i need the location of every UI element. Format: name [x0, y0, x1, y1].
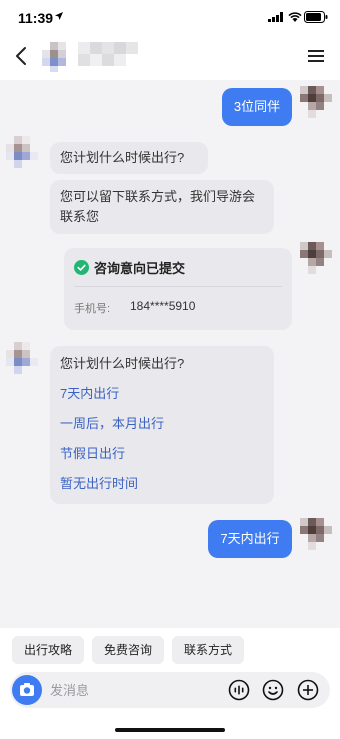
- user-avatar[interactable]: [300, 518, 332, 558]
- contact-name: [78, 42, 138, 66]
- quick-reply-label: 联系方式: [183, 643, 232, 657]
- message-outgoing[interactable]: 7天内出行: [208, 520, 292, 558]
- card-title: 咨询意向已提交: [94, 261, 186, 276]
- option-no-time[interactable]: 暂无出行时间: [60, 474, 264, 494]
- chat-header: [0, 34, 340, 80]
- back-chevron-icon[interactable]: [10, 44, 34, 68]
- status-time: 11:39: [18, 10, 54, 26]
- message-text: 您计划什么时候出行?: [60, 356, 185, 371]
- home-indicator: [115, 728, 225, 732]
- agent-avatar[interactable]: [6, 342, 38, 382]
- agent-avatar[interactable]: [6, 136, 38, 176]
- voice-icon[interactable]: [228, 679, 250, 701]
- message-text: 您可以留下联系方式，我们导游会联系您: [60, 189, 256, 224]
- quick-reply-contact[interactable]: 联系方式: [172, 636, 244, 664]
- phone-value: 184****5910: [130, 299, 196, 313]
- add-icon[interactable]: [297, 679, 319, 701]
- message-incoming-options[interactable]: 您计划什么时候出行? 7天内出行 一周后，本月出行 节假日出行 暂无出行时间: [50, 346, 274, 504]
- message-text: 您计划什么时候出行?: [60, 150, 185, 165]
- camera-button[interactable]: [12, 675, 42, 705]
- battery-icon: [304, 11, 328, 23]
- location-arrow-icon: [55, 12, 63, 20]
- emoji-icon[interactable]: [262, 679, 284, 701]
- message-outgoing[interactable]: 3位同伴: [222, 88, 292, 126]
- card-divider: [74, 286, 282, 287]
- message-incoming[interactable]: 您可以留下联系方式，我们导游会联系您: [50, 180, 274, 234]
- chat-area[interactable]: 3位同伴 您计划什么时候出行? 您可以留下联系方式，我们导游会联系您 咨询意向已…: [0, 80, 340, 628]
- check-circle-icon: [74, 260, 89, 275]
- phone-label: 手机号:: [74, 303, 111, 315]
- option-holiday[interactable]: 节假日出行: [60, 444, 264, 464]
- message-text: 7天内出行: [220, 531, 280, 546]
- message-input-bar: [10, 672, 330, 708]
- option-7-days[interactable]: 7天内出行: [60, 384, 264, 404]
- user-avatar[interactable]: [300, 242, 332, 282]
- camera-icon: [20, 683, 34, 696]
- message-incoming[interactable]: 您计划什么时候出行?: [50, 142, 208, 174]
- user-avatar[interactable]: [300, 86, 332, 126]
- cellular-signal-icon: [268, 12, 283, 22]
- menu-icon[interactable]: [304, 44, 328, 68]
- quick-reply-free-consult[interactable]: 免费咨询: [92, 636, 164, 664]
- option-this-month[interactable]: 一周后，本月出行: [60, 414, 264, 434]
- quick-reply-label: 免费咨询: [103, 643, 152, 657]
- contact-avatar[interactable]: [42, 42, 74, 72]
- quick-reply-travel-guide[interactable]: 出行攻略: [12, 636, 84, 664]
- message-text: 3位同伴: [233, 99, 281, 114]
- quick-reply-label: 出行攻略: [23, 643, 72, 657]
- message-input[interactable]: [50, 680, 210, 700]
- submission-card[interactable]: 咨询意向已提交 手机号: 184****5910: [64, 248, 292, 330]
- status-bar: 11:39: [0, 0, 340, 34]
- wifi-icon: [288, 12, 302, 22]
